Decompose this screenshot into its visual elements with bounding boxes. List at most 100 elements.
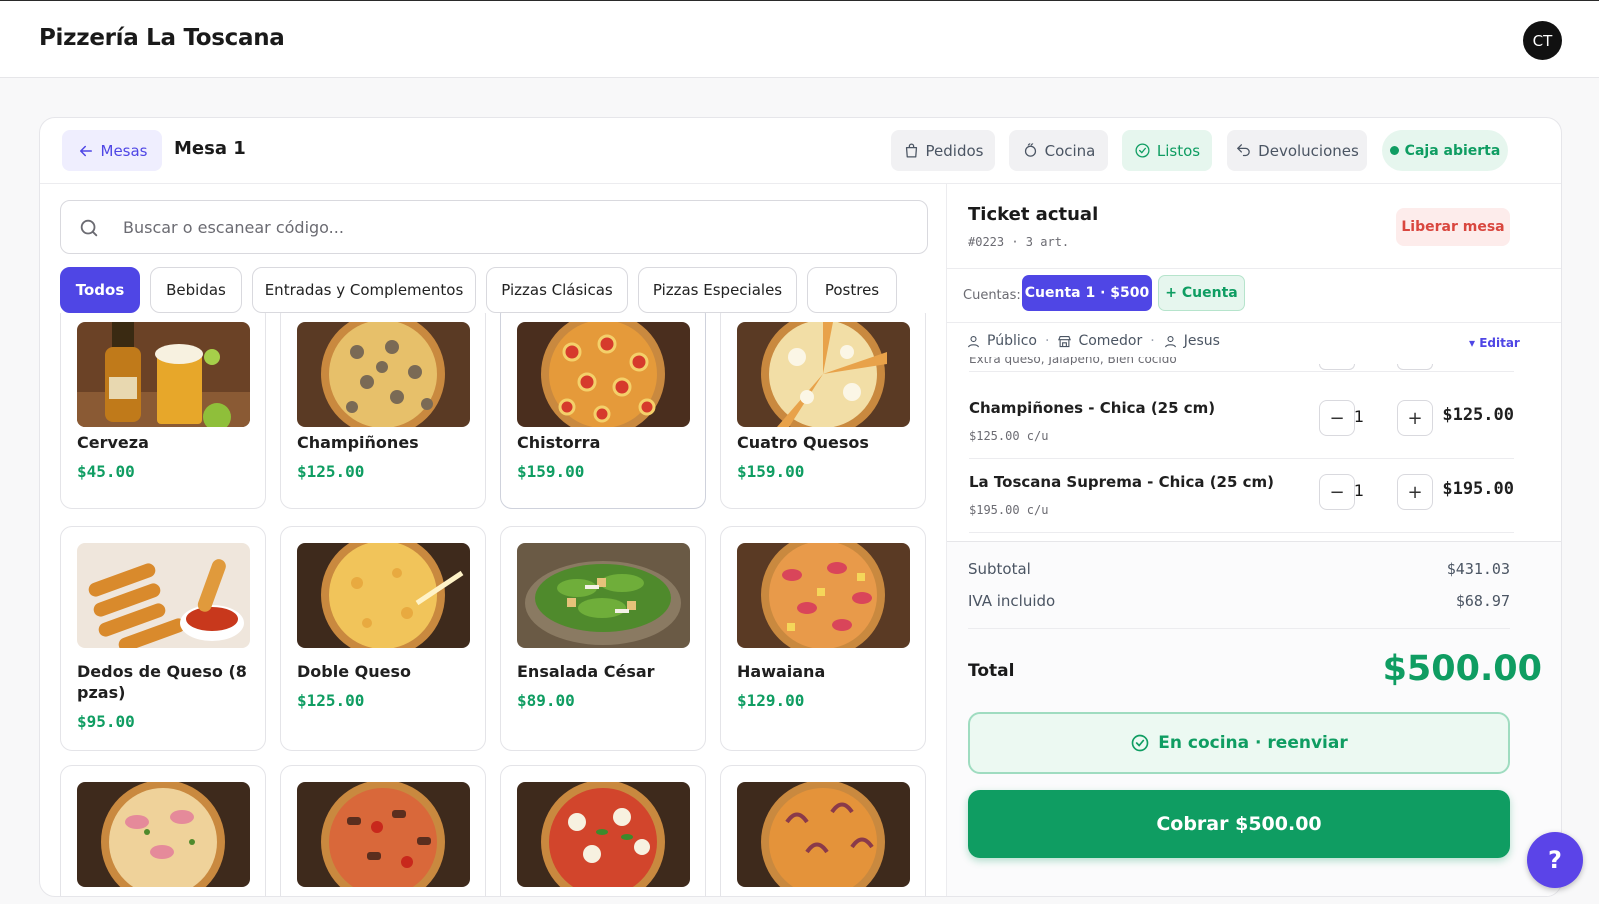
category-tab-pizzas-clasicas[interactable]: Pizzas Clásicas — [486, 267, 628, 313]
returns-label: Devoluciones — [1258, 141, 1359, 160]
item-qty: 1 — [1353, 481, 1365, 500]
ticket-meta: Público · Comedor · Jesus — [966, 333, 1220, 349]
ticket-item[interactable]: La Toscana Suprema - Chica (25 cm) $195.… — [969, 461, 1514, 533]
panel-header: Mesas Mesa 1 Pedidos Cocina Listos Devol… — [40, 118, 1561, 184]
total-label: Total — [968, 661, 1015, 681]
product-card[interactable]: Hawaiana $129.00 — [720, 526, 926, 751]
product-image-hawaiian-pizza — [737, 543, 910, 648]
product-name: Champiñones — [297, 433, 419, 452]
product-card[interactable] — [60, 765, 266, 896]
product-card[interactable] — [720, 765, 926, 896]
total-value: $500.00 — [1382, 649, 1542, 689]
ticket-item[interactable]: Champiñones - Chica (25 cm) $125.00 c/u … — [969, 387, 1514, 459]
release-table-button[interactable]: Liberar mesa — [1396, 208, 1510, 246]
category-tab-entradas[interactable]: Entradas y Complementos — [252, 267, 476, 313]
product-name: Cerveza — [77, 433, 149, 452]
product-image-caesar-salad — [517, 543, 690, 648]
search-input[interactable] — [123, 201, 913, 253]
product-card[interactable]: Dedos de Queso (8 pzas) $95.00 — [60, 526, 266, 751]
item-name: Champiñones - Chica (25 cm) — [969, 399, 1216, 417]
product-card[interactable] — [280, 765, 486, 896]
ready-label: Listos — [1156, 141, 1201, 160]
qty-increase-button[interactable]: + — [1397, 474, 1433, 510]
product-price: $125.00 — [297, 462, 365, 481]
tax-label: IVA incluido — [968, 592, 1056, 610]
ticket-subtitle: #0223 · 3 art. — [968, 235, 1070, 249]
product-image-cheese-pizza — [297, 543, 470, 648]
product-name: Hawaiana — [737, 662, 826, 681]
product-price: $159.00 — [517, 462, 585, 481]
totals-section: Subtotal $431.03 IVA incluido $68.97 Tot… — [947, 541, 1561, 896]
category-tab-bebidas[interactable]: Bebidas — [150, 267, 242, 313]
accounts-label: Cuentas: — [963, 288, 1021, 303]
product-price: $45.00 — [77, 462, 135, 481]
add-account-button[interactable]: + Cuenta — [1158, 275, 1245, 311]
item-note-partial: Extra queso, Jalapeño, Bien cocido — [969, 357, 1177, 365]
product-grid: Cerveza $45.00 Champiñones $125.00 Chist… — [40, 313, 946, 896]
product-card[interactable]: Cuatro Quesos $159.00 — [720, 313, 926, 509]
ticket-panel: Ticket actual #0223 · 3 art. Liberar mes… — [946, 184, 1561, 896]
top-bar: Pizzería La Toscana CT — [0, 0, 1599, 78]
divider — [968, 628, 1510, 629]
edit-meta-link[interactable]: ▾ Editar — [1469, 336, 1520, 350]
divider — [969, 371, 1514, 372]
tax-row: IVA incluido $68.97 — [968, 592, 1510, 610]
product-card[interactable]: Chistorra $159.00 — [500, 313, 706, 509]
store-icon — [1058, 335, 1072, 347]
product-card[interactable]: Ensalada César $89.00 — [500, 526, 706, 751]
product-image-four-cheese-pizza — [737, 322, 910, 427]
divider — [947, 268, 1561, 269]
product-image-chistorra-pizza — [517, 322, 690, 427]
item-name: La Toscana Suprema - Chica (25 cm) — [969, 473, 1275, 491]
avatar[interactable]: CT — [1523, 21, 1562, 60]
register-status-badge[interactable]: Caja abierta — [1382, 130, 1508, 171]
kitchen-button[interactable]: Cocina — [1009, 130, 1108, 171]
item-unit-price: $125.00 c/u — [969, 429, 1049, 443]
user-icon — [967, 335, 980, 347]
subtotal-row: Subtotal $431.03 — [968, 560, 1510, 578]
help-button[interactable]: ? — [1527, 832, 1583, 888]
cooking-pot-icon — [1024, 143, 1036, 157]
shopping-bag-icon — [905, 143, 917, 158]
resend-kitchen-button[interactable]: En cocina · reenviar — [968, 712, 1510, 774]
tax-value: $68.97 — [1455, 592, 1510, 610]
qty-decrease-button-partial[interactable] — [1319, 364, 1355, 370]
item-total: $125.00 — [1442, 405, 1514, 425]
orders-button[interactable]: Pedidos — [891, 130, 995, 171]
product-name: Doble Queso — [297, 662, 411, 681]
item-qty: 1 — [1353, 407, 1365, 426]
waiter-icon — [1164, 335, 1176, 347]
product-name: Chistorra — [517, 433, 601, 452]
category-tab-todos[interactable]: Todos — [60, 267, 140, 313]
qty-increase-button[interactable]: + — [1397, 400, 1433, 436]
arrow-left-icon — [79, 145, 92, 156]
returns-button[interactable]: Devoluciones — [1227, 130, 1367, 171]
ready-button[interactable]: Listos — [1122, 130, 1212, 171]
product-image-beer — [77, 322, 250, 427]
product-card[interactable]: Cerveza $45.00 — [60, 313, 266, 509]
product-card[interactable]: Champiñones $125.00 — [280, 313, 486, 509]
back-to-tables-button[interactable]: Mesas — [62, 130, 162, 171]
resend-kitchen-label: En cocina · reenviar — [1158, 733, 1348, 753]
orders-label: Pedidos — [925, 141, 984, 160]
waiter-label: Jesus — [1183, 333, 1220, 349]
product-price: $125.00 — [297, 691, 365, 710]
qty-increase-button-partial[interactable] — [1397, 364, 1433, 370]
search-icon — [80, 219, 98, 237]
account-tab-active[interactable]: Cuenta 1 · $500 — [1022, 275, 1152, 311]
category-tab-pizzas-especiales[interactable]: Pizzas Especiales — [638, 267, 797, 313]
category-tab-postres[interactable]: Postres — [807, 267, 897, 313]
item-unit-price: $195.00 c/u — [969, 503, 1049, 517]
product-card[interactable] — [500, 765, 706, 896]
search-box — [60, 200, 928, 254]
product-image-cheese-sticks — [77, 543, 250, 648]
subtotal-label: Subtotal — [968, 560, 1031, 578]
product-card[interactable]: Doble Queso $125.00 — [280, 526, 486, 751]
product-name: Ensalada César — [517, 662, 655, 681]
product-image-sausage-pizza — [297, 782, 470, 887]
product-name: Dedos de Queso (8 pzas) — [77, 662, 247, 702]
main-panel: Mesas Mesa 1 Pedidos Cocina Listos Devol… — [39, 117, 1562, 897]
product-price: $89.00 — [517, 691, 575, 710]
charge-button[interactable]: Cobrar $500.00 — [968, 790, 1510, 858]
product-image-ham-pizza — [77, 782, 250, 887]
